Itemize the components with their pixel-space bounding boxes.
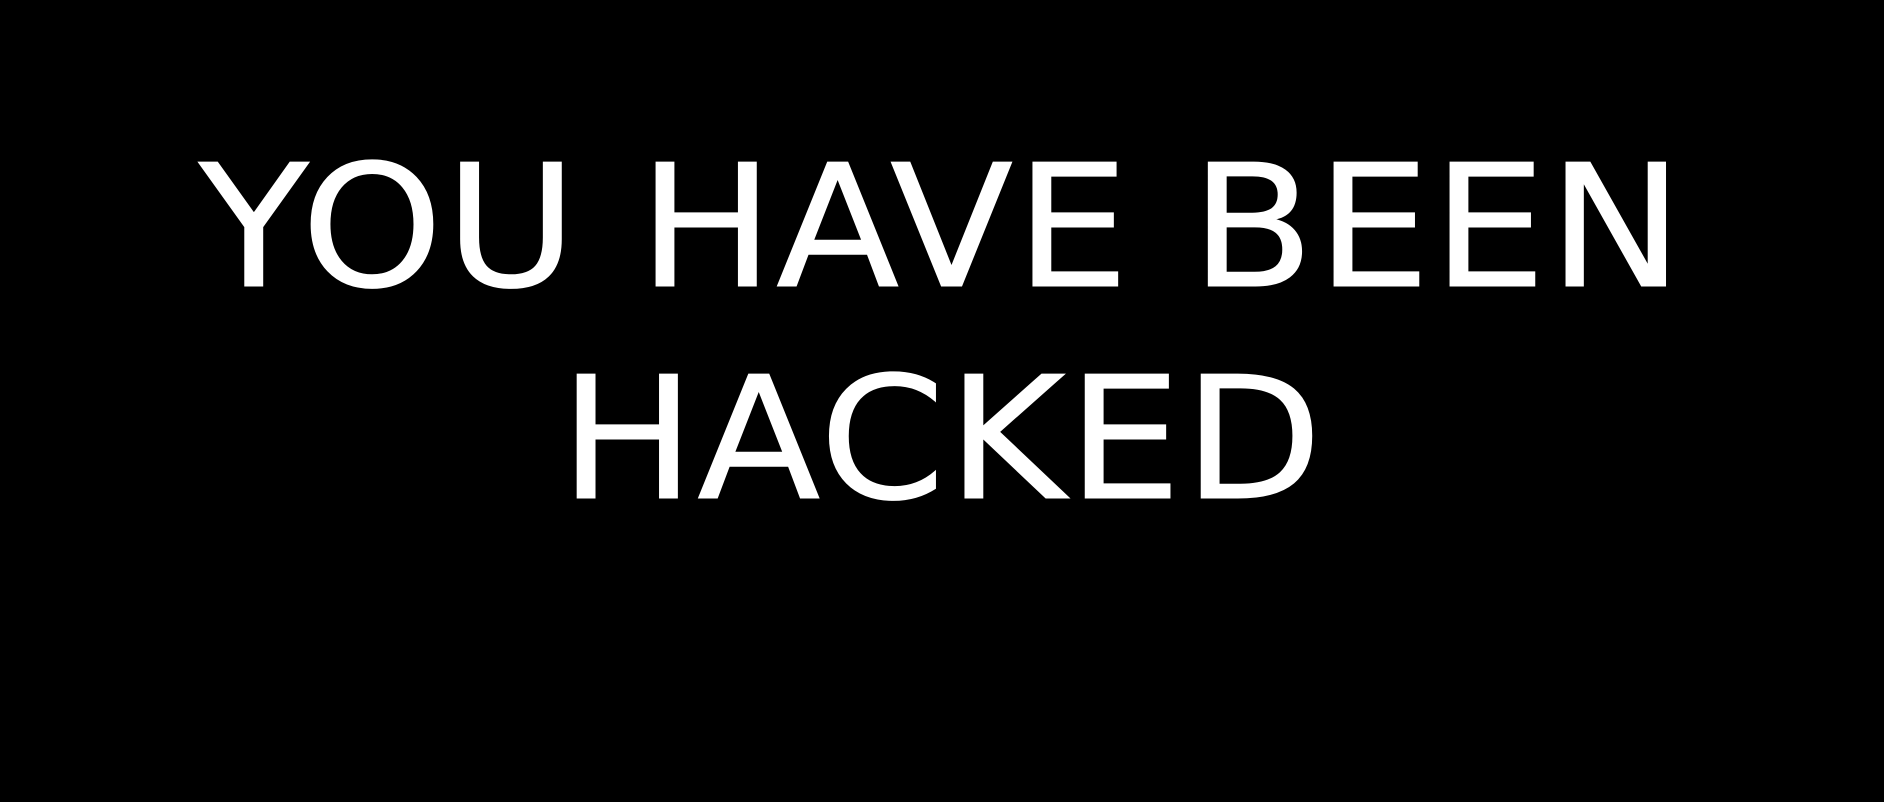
hacked-screen: YOU HAVE BEEN HACKED bbox=[0, 0, 1884, 802]
message-line-1: YOU HAVE BEEN bbox=[198, 129, 1686, 328]
message-line-2: HACKED bbox=[559, 341, 1325, 540]
hacked-message: YOU HAVE BEEN HACKED bbox=[0, 122, 1884, 546]
